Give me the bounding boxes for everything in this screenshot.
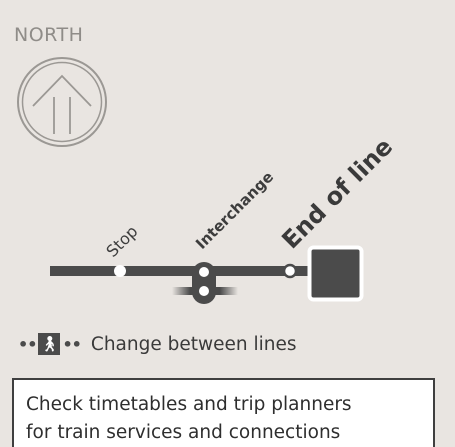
north-arrow-icon [17,57,107,147]
last-stop-marker [282,263,298,279]
train-line [50,266,312,276]
change-legend: •• 🚶︎ •• Change between lines [18,326,297,362]
interchange-node [199,286,209,296]
notice-line-2: for train services and connections [26,422,341,443]
interchange-label: Interchange [192,168,277,253]
dotted-connector-icon: •• [62,334,81,354]
terminus-block [307,245,364,302]
dotted-connector-icon: •• [18,334,37,354]
stop-label: Stop [102,222,141,261]
pedestrian-icon: 🚶︎ [38,333,61,355]
change-legend-text: Change between lines [90,333,297,355]
timetable-notice: Check timetables and trip planners for t… [12,378,435,447]
interchange-node [199,267,209,277]
map-legend: NORTH Stop Interchange End of line •• 🚶︎… [0,0,455,447]
notice-line-1: Check timetables and trip planners [26,394,352,415]
stop-marker [114,265,126,277]
end-of-line-label: End of line [276,133,398,255]
